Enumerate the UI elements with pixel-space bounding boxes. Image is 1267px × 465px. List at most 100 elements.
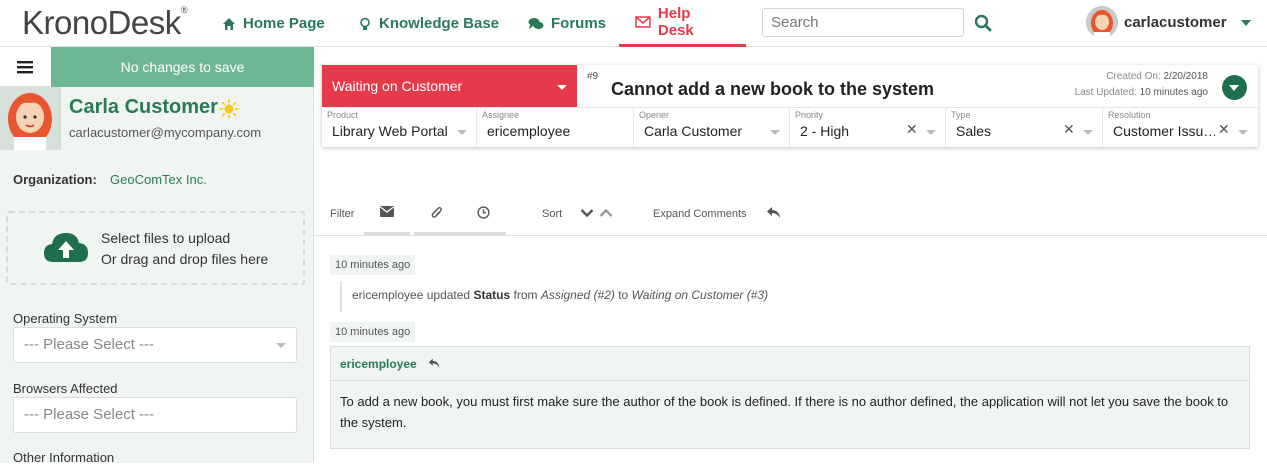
os-select[interactable]: --- Please Select ---: [13, 327, 297, 363]
chevron-down-icon: [457, 130, 467, 135]
top-navigation: KronoDesk ® Home Page Knowledge Base For…: [0, 0, 1267, 47]
opener-value: Carla Customer: [644, 123, 743, 139]
event-old-value: Assigned (#2): [540, 288, 615, 302]
envelope-icon: [380, 206, 394, 217]
menu-toggle-button[interactable]: [0, 47, 50, 87]
browsers-select-value: --- Please Select ---: [24, 406, 155, 423]
product-value: Library Web Portal: [332, 123, 448, 139]
kronodesk-logo[interactable]: KronoDesk: [22, 4, 181, 42]
chevron-down-icon: [276, 343, 286, 348]
opener-field[interactable]: Opener Carla Customer: [634, 107, 790, 147]
event-user: ericemployee: [352, 288, 424, 302]
opener-label: Opener: [639, 110, 670, 120]
priority-label: Priority: [795, 110, 824, 120]
clear-icon[interactable]: ✕: [1218, 121, 1230, 138]
sun-icon: [219, 99, 239, 119]
comments-icon: [528, 17, 544, 29]
status-change-event: ericemployee updated Status from Assigne…: [340, 281, 1250, 312]
assignee-field[interactable]: Assignee ericemployee: [477, 107, 634, 147]
status-dropdown[interactable]: Waiting on Customer: [322, 65, 577, 107]
nav-forums[interactable]: Forums: [528, 0, 606, 47]
status-value: Waiting on Customer: [332, 78, 463, 94]
nav-kb-label: Knowledge Base: [379, 15, 500, 32]
type-label: Type: [951, 110, 971, 120]
resolution-value: Customer Issu…: [1113, 123, 1215, 139]
customer-photo: [0, 87, 61, 150]
type-value: Sales: [956, 123, 992, 139]
chevron-down-icon: [1229, 85, 1239, 91]
nav-home-page[interactable]: Home Page: [222, 0, 325, 47]
search-icon[interactable]: [974, 14, 992, 32]
chevron-down-icon: [557, 85, 567, 90]
chevron-down-icon: [1083, 130, 1093, 135]
product-field[interactable]: Product Library Web Portal: [322, 107, 477, 147]
sort-ascending-icon[interactable]: [599, 208, 613, 218]
event-new-value: Waiting on Customer (#3): [631, 288, 769, 302]
lightbulb-icon: [360, 17, 370, 30]
chevron-down-icon: [1238, 130, 1248, 135]
event-timestamp: 10 minutes ago: [330, 255, 416, 275]
user-avatar[interactable]: [1086, 6, 1118, 38]
priority-field[interactable]: Priority 2 - High ✕: [790, 107, 946, 147]
avatar-image: [1086, 6, 1118, 38]
paperclip-icon: [431, 207, 442, 218]
filter-label: Filter: [330, 208, 355, 220]
chevron-down-icon: [770, 130, 780, 135]
priority-value: 2 - High: [800, 123, 850, 139]
registered-mark: ®: [181, 5, 188, 15]
upload-instruction: Select files to upload: [101, 230, 231, 246]
clear-icon[interactable]: ✕: [906, 121, 918, 138]
last-updated: Last Updated: 10 minutes ago: [1074, 87, 1208, 98]
type-field[interactable]: Type Sales ✕: [946, 107, 1103, 147]
sort-label: Sort: [542, 208, 563, 220]
event-field: Status: [473, 288, 511, 302]
comment-filter-bar: Filter Sort Expand Comments: [314, 195, 1267, 236]
save-status-bar[interactable]: No changes to save: [51, 47, 314, 87]
clock-icon: [476, 206, 490, 219]
assignee-label: Assignee: [482, 110, 520, 120]
filter-emails-button[interactable]: [364, 195, 410, 235]
comment-body: To add a new book, you must first make s…: [340, 394, 1229, 430]
comment-author[interactable]: ericemployee: [340, 357, 417, 371]
resolution-label: Resolution: [1108, 110, 1151, 120]
reply-icon[interactable]: [428, 357, 440, 369]
user-menu-caret-icon[interactable]: [1241, 20, 1251, 26]
ticket-options-button[interactable]: [1222, 75, 1247, 100]
filter-attachments-button[interactable]: [414, 195, 460, 235]
expand-comments-button[interactable]: Expand Comments: [653, 208, 747, 220]
user-name[interactable]: carlacustomer: [1124, 14, 1227, 31]
search-input[interactable]: [762, 8, 964, 37]
nav-knowledge-base[interactable]: Knowledge Base: [358, 0, 499, 47]
organization-label: Organization:: [13, 172, 97, 187]
event-from: from: [513, 288, 538, 302]
ticket-title[interactable]: Cannot add a new book to the system: [611, 79, 934, 100]
envelope-icon: [635, 16, 651, 28]
comment-header: ericemployee: [331, 347, 1249, 381]
filter-history-button[interactable]: [460, 195, 506, 235]
resolution-field[interactable]: Resolution Customer Issu… ✕: [1103, 107, 1258, 147]
file-upload-dropzone[interactable]: Select files to upload Or drag and drop …: [6, 211, 305, 285]
ticket-number: #9: [587, 71, 599, 82]
os-select-value: --- Please Select ---: [24, 336, 155, 353]
ticket-header-card: Waiting on Customer #9 Cannot add a new …: [322, 65, 1258, 147]
browsers-select[interactable]: --- Please Select ---: [13, 397, 297, 433]
reply-icon[interactable]: [766, 206, 781, 219]
upload-instruction-drag: Or drag and drop files here: [101, 251, 269, 267]
product-label: Product: [327, 110, 359, 120]
home-icon: [223, 17, 235, 30]
nav-help-desk[interactable]: Help Desk: [619, 0, 746, 47]
hamburger-icon: [17, 60, 33, 73]
customer-email: carlacustomer@mycompany.com: [69, 125, 262, 140]
chevron-down-icon: [926, 130, 936, 135]
comment-card: ericemployee To add a new book, you must…: [330, 346, 1250, 449]
assignee-value: ericemployee: [487, 123, 571, 139]
nav-home-label: Home Page: [243, 15, 325, 32]
event-to: to: [618, 288, 629, 302]
customer-sidebar: No changes to save Carla Customer carlac…: [0, 47, 314, 465]
cloud-upload-icon: [44, 233, 88, 262]
clear-icon[interactable]: ✕: [1063, 121, 1075, 138]
organization-link[interactable]: GeoComTex Inc.: [110, 172, 207, 187]
comment-timestamp: 10 minutes ago: [330, 322, 416, 342]
nav-help-label: Help Desk: [657, 5, 694, 39]
sort-descending-icon[interactable]: [580, 208, 594, 218]
